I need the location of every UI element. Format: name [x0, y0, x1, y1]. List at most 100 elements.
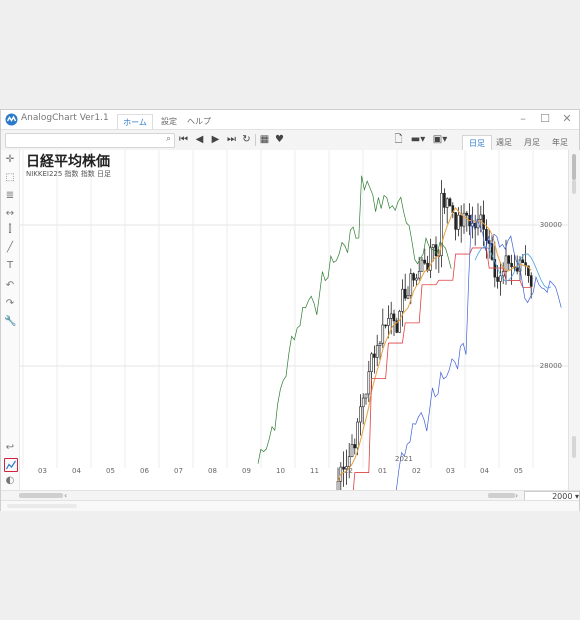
- tab-daily[interactable]: 日足: [462, 135, 492, 151]
- y-axis-label-28000: 28000: [539, 362, 562, 370]
- candle-body: [347, 456, 351, 467]
- tab-yearly[interactable]: 年足: [546, 135, 574, 150]
- candle-body: [445, 198, 449, 208]
- zoom-slider[interactable]: [19, 493, 63, 498]
- back-icon[interactable]: ↩: [4, 442, 16, 454]
- candle-body: [496, 276, 499, 282]
- chart-subtitle: NIKKEI225 指数 指数 日足: [26, 170, 112, 178]
- month-label-05: 05: [106, 467, 115, 475]
- month-label-09: 09: [242, 467, 251, 475]
- line-tool-icon[interactable]: ╱: [4, 242, 16, 254]
- month-label-07: 07: [174, 467, 183, 475]
- palette-icon[interactable]: ◐: [4, 475, 16, 487]
- month-label-11: 11: [310, 467, 319, 475]
- candle-body: [462, 212, 466, 227]
- tab-home[interactable]: ホーム: [117, 114, 153, 130]
- search-icon[interactable]: ⌕: [166, 134, 171, 144]
- trend-line-icon[interactable]: [4, 458, 18, 472]
- candle-body: [431, 244, 435, 248]
- candle-body: [378, 342, 382, 346]
- candle-body: [336, 480, 340, 490]
- new-file-icon[interactable]: 🗋: [393, 133, 404, 146]
- month-label-01: 01: [378, 467, 387, 475]
- scroll-thumb-zoom[interactable]: [572, 180, 576, 194]
- candle-body: [401, 288, 404, 312]
- candle-body: [364, 393, 368, 399]
- month-label-10: 10: [276, 467, 285, 475]
- candle-body: [353, 444, 357, 449]
- vertical-range-icon[interactable]: ⫿: [4, 224, 16, 236]
- wrench-icon[interactable]: 🔧: [4, 316, 16, 328]
- month-label-12: 12: [344, 467, 353, 475]
- scroll-left-icon[interactable]: ‹: [64, 491, 67, 500]
- candle-body: [375, 345, 379, 358]
- candle-body: [359, 406, 362, 423]
- heart-icon[interactable]: ♥: [274, 133, 285, 146]
- search-input[interactable]: ⌕: [5, 133, 175, 148]
- candle-body: [412, 273, 415, 281]
- candle-body: [406, 294, 410, 299]
- candle-body: [485, 229, 488, 241]
- candle-body: [510, 263, 513, 267]
- first-page-icon[interactable]: ⏮: [178, 133, 189, 146]
- h-scroll-thumb[interactable]: [488, 493, 515, 498]
- save-icon[interactable]: ▣▾: [431, 133, 449, 146]
- scroll-right-icon[interactable]: ›: [515, 491, 518, 500]
- candle-body: [459, 214, 463, 227]
- candle-body: [387, 318, 390, 326]
- next-icon[interactable]: ▶: [210, 133, 221, 146]
- last-page-icon[interactable]: ⏭: [226, 133, 237, 146]
- candle-body: [403, 288, 407, 299]
- base-line: [352, 247, 532, 490]
- candle-body: [515, 267, 519, 272]
- candle-body: [448, 198, 452, 206]
- undo-icon[interactable]: ↶: [4, 280, 16, 292]
- horizontal-range-icon[interactable]: ↔: [4, 208, 16, 220]
- crosshair-icon[interactable]: ✛: [4, 154, 16, 166]
- candle-body: [370, 353, 373, 372]
- price-chart[interactable]: 2021 03 04 05 06 07 08 09 10 11 12 01 02 03 04 05: [20, 150, 568, 490]
- candle-body: [373, 353, 376, 358]
- chart-area[interactable]: 2021 03 04 05 06 07 08 09 10 11 12 01 02 03 04 05 日経平均株…: [20, 150, 568, 490]
- candle-body: [381, 324, 385, 344]
- drawing-toolbar: ✛ ⬚ ≣ ↔ ⫿ ╱ T ↶ ↷ 🔧 ↩ ◐: [1, 150, 20, 490]
- candle-body: [350, 444, 354, 457]
- maximize-icon[interactable]: ☐: [535, 111, 555, 127]
- candle-body: [457, 214, 460, 230]
- scroll-thumb-top[interactable]: [572, 154, 576, 180]
- candle-body: [361, 397, 365, 408]
- vertical-scrollbar[interactable]: [568, 150, 580, 490]
- prev-icon[interactable]: ◀: [194, 133, 205, 146]
- candle-body: [434, 244, 438, 257]
- candle-body: [521, 259, 525, 263]
- lagging-span-line: [257, 175, 452, 464]
- tab-help[interactable]: ヘルプ: [185, 114, 213, 129]
- open-folder-icon[interactable]: ▬▾: [409, 133, 427, 146]
- text-tool-icon[interactable]: T: [4, 260, 16, 272]
- refresh-icon[interactable]: ↻: [241, 133, 252, 146]
- month-label-06: 06: [140, 467, 149, 475]
- candle-body: [356, 421, 359, 449]
- fibonacci-icon[interactable]: ≣: [4, 190, 16, 202]
- moving-average-line: [337, 206, 532, 482]
- minimize-icon[interactable]: –: [513, 111, 533, 127]
- candle-body: [420, 259, 424, 272]
- month-label-03: 03: [38, 467, 47, 475]
- tab-settings[interactable]: 設定: [157, 114, 181, 129]
- close-icon[interactable]: ✕: [557, 111, 577, 127]
- year-label: 2021: [395, 455, 413, 463]
- rect-select-icon[interactable]: ⬚: [4, 172, 16, 184]
- app-title: AnalogChart Ver1.1: [21, 113, 109, 123]
- calendar-icon[interactable]: ▦: [259, 133, 270, 146]
- candle-body: [507, 255, 511, 264]
- tab-monthly[interactable]: 月足: [518, 135, 546, 150]
- candle-body: [398, 311, 401, 333]
- tab-weekly[interactable]: 週足: [490, 135, 518, 150]
- redo-icon[interactable]: ↷: [4, 298, 16, 310]
- candle-body: [443, 192, 446, 208]
- scroll-thumb-bottom[interactable]: [572, 436, 576, 458]
- status-bar: [1, 500, 579, 511]
- candle-body: [367, 371, 371, 395]
- app-window: AnalogChart Ver1.1 ホーム 設定 ヘルプ – ☐ ✕ ⌕ ⏮ …: [0, 109, 580, 511]
- candle-body: [417, 271, 421, 279]
